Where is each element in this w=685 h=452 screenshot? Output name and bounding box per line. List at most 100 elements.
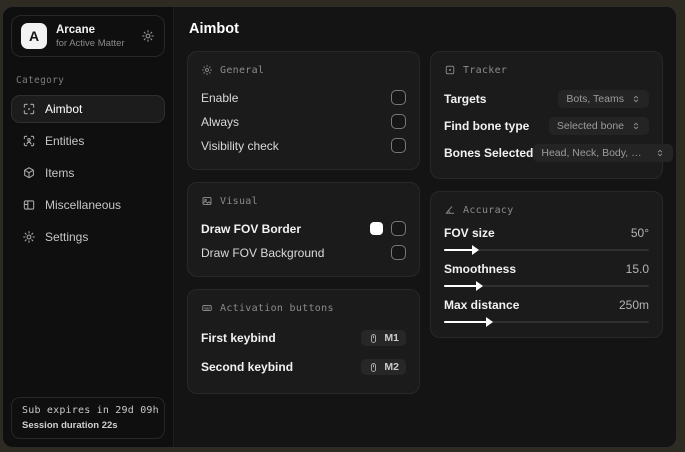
smoothness-slider: Smoothness 15.0: [444, 262, 649, 291]
card-title-label: Activation buttons: [220, 302, 334, 314]
row-label: Enable: [201, 90, 239, 105]
brand-card: A Arcane for Active Matter: [11, 15, 165, 57]
checkbox-always[interactable]: [391, 114, 406, 129]
gear-icon: [22, 230, 36, 244]
layout-icon: [22, 198, 36, 212]
expand-icon: [631, 121, 641, 131]
fov-border-color-swatch[interactable]: [370, 222, 383, 235]
slider-value: 250m: [618, 298, 649, 312]
slider-fill: [444, 317, 494, 327]
tracker-card: Tracker Targets Bots, Teams Find bone ty…: [430, 51, 674, 179]
activation-buttons-card: Activation buttons First keybind M1 Seco…: [187, 289, 420, 394]
sidebar-item-aimbot[interactable]: Aimbot: [11, 95, 165, 123]
bone-type-dropdown[interactable]: Selected bone: [548, 117, 649, 135]
slider-fill: [444, 245, 479, 255]
first-keybind-button[interactable]: M1: [361, 330, 406, 346]
slider-track[interactable]: [444, 317, 649, 327]
app-subtitle: for Active Matter: [56, 37, 125, 49]
sidebar-item-label: Miscellaneous: [45, 198, 122, 212]
sidebar-item-label: Aimbot: [45, 102, 83, 116]
row-label: Bones Selected: [444, 146, 534, 160]
checkbox-draw-fov-border[interactable]: [391, 221, 406, 236]
sidebar-nav: Aimbot Entities Items Miscellaneous Sett…: [3, 93, 173, 253]
row-draw-fov-background: Draw FOV Background: [201, 241, 406, 264]
row-bones-selected: Bones Selected Head, Neck, Body, Pe..: [444, 140, 674, 166]
accuracy-card: Accuracy FOV size 50° Smoothness 15.0 Ma…: [430, 191, 663, 338]
dropdown-value: Selected bone: [556, 120, 624, 132]
slider-track[interactable]: [444, 281, 649, 291]
row-label: Find bone type: [444, 119, 530, 133]
card-title-label: General: [220, 64, 265, 76]
sun-icon: [201, 64, 213, 76]
row-label: Draw FOV Border: [201, 221, 302, 236]
gear-icon[interactable]: [141, 29, 155, 43]
app-window: A Arcane for Active Matter Category Aimb…: [2, 6, 677, 448]
keybind-value: M1: [384, 332, 399, 344]
app-name: Arcane: [56, 23, 95, 36]
app-logo-letter: A: [28, 28, 40, 44]
slider-track[interactable]: [444, 245, 649, 255]
sidebar-item-label: Entities: [45, 134, 85, 148]
row-draw-fov-border: Draw FOV Border: [201, 217, 406, 240]
keyboard-icon: [201, 302, 213, 314]
sidebar-item-settings[interactable]: Settings: [11, 223, 165, 251]
expand-icon: [631, 94, 641, 104]
category-label: Category: [16, 75, 65, 86]
second-keybind-button[interactable]: M2: [361, 359, 406, 375]
image-icon: [201, 195, 213, 207]
target-box-icon: [444, 64, 456, 76]
visual-card: Visual Draw FOV Border Draw FOV Backgrou…: [187, 182, 420, 277]
subscription-info: Sub expires in 29d 09h Session duration …: [11, 397, 165, 439]
sidebar-item-label: Settings: [45, 230, 89, 244]
sub-expires-text: Sub expires in 29d 09h: [22, 405, 159, 416]
crosshair-scan-icon: [22, 102, 36, 116]
expand-icon: [655, 148, 665, 158]
row-label: First keybind: [201, 331, 276, 345]
slider-label: Max distance: [444, 298, 520, 312]
row-label: Targets: [444, 92, 487, 106]
row-visibility-check: Visibility check: [201, 134, 406, 157]
row-second-keybind: Second keybind M2: [201, 353, 406, 381]
targets-dropdown[interactable]: Bots, Teams: [558, 90, 649, 108]
slider-label: FOV size: [444, 226, 495, 240]
dropdown-value: Bots, Teams: [566, 93, 624, 105]
slider-value: 15.0: [625, 262, 649, 276]
checkbox-draw-fov-background[interactable]: [391, 245, 406, 260]
card-title-label: Visual: [220, 195, 258, 207]
sidebar-item-entities[interactable]: Entities: [11, 127, 165, 155]
card-title-label: Tracker: [463, 64, 508, 76]
sidebar: A Arcane for Active Matter Category Aimb…: [3, 7, 174, 447]
row-enable: Enable: [201, 86, 406, 109]
card-title: Activation buttons: [201, 302, 406, 314]
row-label: Always: [201, 114, 240, 129]
slider-fill: [444, 281, 483, 291]
card-title: Tracker: [444, 64, 649, 76]
page-title: Aimbot: [189, 21, 239, 37]
right-column: Tracker Targets Bots, Teams Find bone ty…: [430, 51, 674, 350]
sidebar-item-miscellaneous[interactable]: Miscellaneous: [11, 191, 165, 219]
row-first-keybind: First keybind M1: [201, 324, 406, 352]
keybind-value: M2: [384, 361, 399, 373]
slider-label: Smoothness: [444, 262, 517, 276]
mouse-icon: [368, 362, 379, 373]
row-label: Draw FOV Background: [201, 245, 325, 260]
card-title: General: [201, 64, 406, 76]
row-label: Visibility check: [201, 138, 279, 153]
row-targets: Targets Bots, Teams: [444, 86, 649, 112]
sidebar-item-label: Items: [45, 166, 75, 180]
angle-icon: [444, 204, 456, 216]
row-find-bone-type: Find bone type Selected bone: [444, 113, 649, 139]
sidebar-item-items[interactable]: Items: [11, 159, 165, 187]
row-label: Second keybind: [201, 360, 294, 374]
cube-icon: [22, 166, 36, 180]
checkbox-visibility-check[interactable]: [391, 138, 406, 153]
session-duration-text: Session duration 22s: [22, 420, 118, 431]
max-distance-slider: Max distance 250m: [444, 298, 649, 327]
general-card: General Enable Always Visibility check: [187, 51, 420, 170]
bones-selected-dropdown[interactable]: Head, Neck, Body, Pe..: [533, 144, 674, 162]
slider-value: 50°: [630, 226, 649, 240]
person-scan-icon: [22, 134, 36, 148]
card-title: Accuracy: [444, 204, 649, 216]
fov-size-slider: FOV size 50°: [444, 226, 649, 255]
checkbox-enable[interactable]: [391, 90, 406, 105]
